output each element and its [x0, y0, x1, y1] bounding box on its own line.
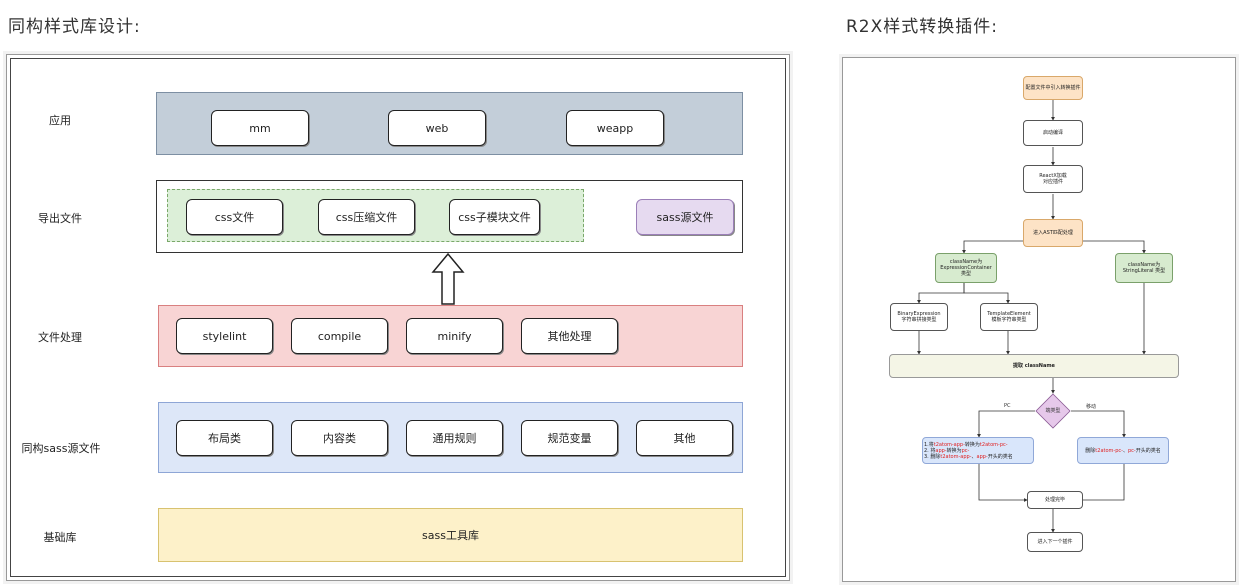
flow-node-load-plugin-line2: 对应插件	[1042, 179, 1063, 185]
base-item-sass-tools: sass工具库	[422, 529, 479, 542]
source-item-variables: 规范变量	[521, 420, 618, 456]
source-item-rules: 通用规则	[406, 420, 503, 456]
flow-node-pc-transform: 1.将t2atom-app-转换为t2atom-pc- 2. 将app-转换为p…	[922, 437, 1034, 464]
flow-node-done: 处理完毕	[1027, 491, 1083, 509]
flow-node-start-compile: 启动编译	[1023, 120, 1083, 146]
flow-node-expression-container: className为 ExpressionContainer 类型	[935, 253, 997, 283]
row-label-export: 导出文件	[38, 212, 82, 225]
flow-decision-label: 端类型	[1045, 408, 1061, 414]
export-item-css-submodule: css子模块文件	[449, 199, 540, 235]
row-label-base: 基础库	[43, 531, 77, 544]
source-item-content: 内容类	[291, 420, 388, 456]
process-item-minify: minify	[406, 318, 503, 354]
flow-node-mobile-transform: 删除t2atom-pc-、pc-开头的类名	[1077, 437, 1169, 464]
flow-node-expression-container-line3: 类型	[960, 271, 971, 277]
process-item-stylelint: stylelint	[176, 318, 273, 354]
flow-node-binary-expression-line2: 字符串拼接类型	[901, 317, 937, 323]
flow-branch-pc: PC	[1004, 403, 1011, 409]
export-item-sass: sass源文件	[636, 199, 734, 235]
base-layer: sass工具库	[158, 508, 743, 562]
export-item-css-min: css压缩文件	[318, 199, 415, 235]
pc-transform-line3: 3. 删除t2atom-app-、app-开头的类名	[924, 453, 1013, 460]
flow-branch-mobile: 移动	[1086, 404, 1097, 410]
app-item-web: web	[388, 110, 486, 146]
flow-node-ast-match: 进入AST匹配处理	[1023, 219, 1083, 247]
right-title: R2X样式转换插件:	[846, 17, 999, 37]
flow-node-load-plugin: ReactX加载 对应插件	[1023, 165, 1083, 193]
row-label-source: 同构sass源文件	[21, 442, 101, 455]
flow-node-string-literal: className为 StringLiteral 类型	[1115, 253, 1173, 283]
source-item-layout: 布局类	[176, 420, 273, 456]
flow-node-config-plugin: 配置文件中引入转换插件	[1023, 76, 1083, 100]
flow-node-string-literal-line2: StringLiteral 类型	[1122, 268, 1166, 274]
row-label-process: 文件处理	[38, 331, 82, 344]
up-arrow-icon	[431, 252, 465, 305]
flow-node-extract-classname: 提取 className	[889, 354, 1179, 378]
app-item-weapp: weapp	[566, 110, 664, 146]
row-label-app: 应用	[49, 114, 71, 127]
flow-node-template-element-line2: 模板字符串类型	[991, 317, 1027, 323]
process-item-compile: compile	[291, 318, 388, 354]
app-item-mm: mm	[211, 110, 309, 146]
export-item-css: css文件	[186, 199, 283, 235]
flow-node-template-element: TemplateElement 模板字符串类型	[980, 303, 1038, 331]
left-title: 同构样式库设计:	[8, 17, 141, 37]
flow-node-binary-expression: BinaryExpression 字符串拼接类型	[890, 303, 948, 331]
source-item-other: 其他	[636, 420, 733, 456]
process-item-other: 其他处理	[521, 318, 618, 354]
flow-node-next-plugin: 进入下一个插件	[1027, 532, 1083, 552]
